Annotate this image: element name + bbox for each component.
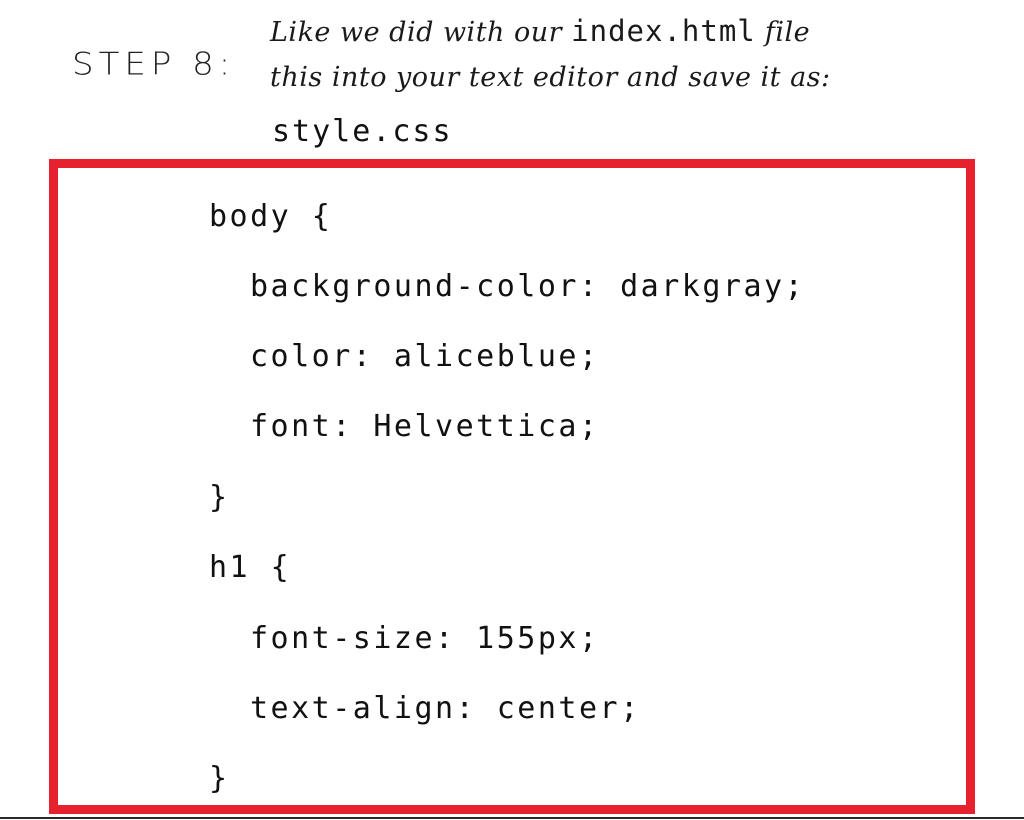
code-line: body { [209, 199, 333, 234]
code-box: body { background-color: darkgray; color… [49, 159, 975, 814]
instruction-line-1-prefix: Like we did with our [270, 17, 572, 48]
code-line: font: Helvettica; [250, 409, 600, 444]
code-line: font-size: 155px; [250, 621, 600, 656]
code-line: color: aliceblue; [250, 339, 600, 374]
target-filename: style.css [272, 114, 453, 149]
code-line: } [209, 480, 230, 515]
step-label: STEP 8: [72, 46, 236, 83]
instruction-inline-filename: index.html [571, 14, 756, 48]
code-line: } [209, 761, 230, 796]
code-line: text-align: center; [250, 691, 641, 726]
instruction-line-1-suffix: file [755, 17, 811, 48]
instruction-line-2: this into your text editor and save it a… [270, 62, 831, 93]
code-line: h1 { [209, 550, 292, 585]
instruction-line-1: Like we did with our index.html file [270, 14, 810, 48]
bottom-divider [0, 817, 1024, 819]
code-line: background-color: darkgray; [250, 269, 806, 304]
